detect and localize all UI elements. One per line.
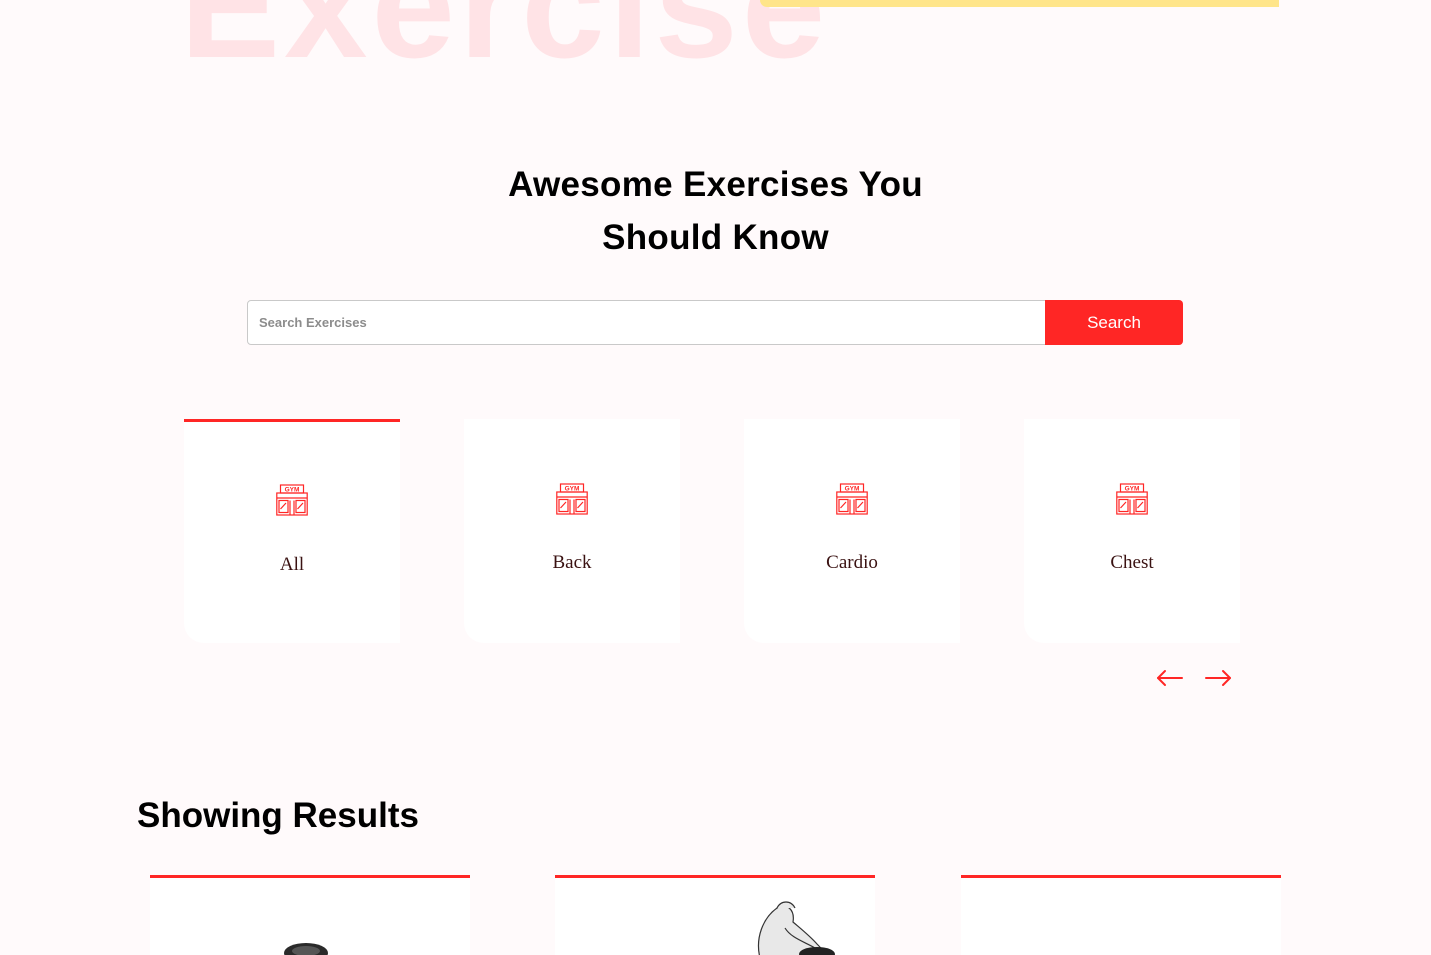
hero-background-text: Exercise (180, 0, 830, 89)
svg-text:GYM: GYM (1125, 486, 1140, 493)
right-arrow-icon[interactable] (1204, 666, 1232, 690)
gym-icon: GYM (1116, 483, 1148, 515)
left-arrow-icon[interactable] (1156, 666, 1184, 690)
category-label: Cardio (826, 552, 878, 573)
search-input[interactable] (247, 300, 1058, 345)
search-bar: Search (247, 300, 1183, 345)
section-title-line-2: Should Know (602, 218, 829, 257)
svg-text:GYM: GYM (285, 487, 300, 494)
exercise-card[interactable] (555, 875, 875, 955)
category-card-all[interactable]: GYM All (184, 419, 400, 643)
category-label: Back (552, 552, 592, 573)
exercise-card[interactable] (150, 875, 470, 955)
gym-icon: GYM (276, 484, 308, 516)
hero-highlight-bar (760, 0, 1279, 7)
gym-icon: GYM (556, 483, 588, 515)
exercise-image (757, 901, 835, 955)
exercise-image (284, 943, 328, 955)
svg-text:GYM: GYM (845, 486, 860, 493)
section-title: Awesome Exercises You Should Know (0, 158, 1431, 264)
results-title: Showing Results (137, 796, 419, 835)
category-card-back[interactable]: GYM Back (464, 419, 680, 643)
exercise-card[interactable] (961, 875, 1281, 955)
section-title-line-1: Awesome Exercises You (508, 165, 923, 204)
category-card-chest[interactable]: GYM Chest (1024, 419, 1240, 643)
search-button[interactable]: Search (1045, 300, 1183, 345)
svg-text:GYM: GYM (565, 486, 580, 493)
category-card-cardio[interactable]: GYM Cardio (744, 419, 960, 643)
category-label: All (279, 554, 305, 575)
category-label: Chest (1110, 552, 1154, 573)
gym-icon: GYM (836, 483, 868, 515)
